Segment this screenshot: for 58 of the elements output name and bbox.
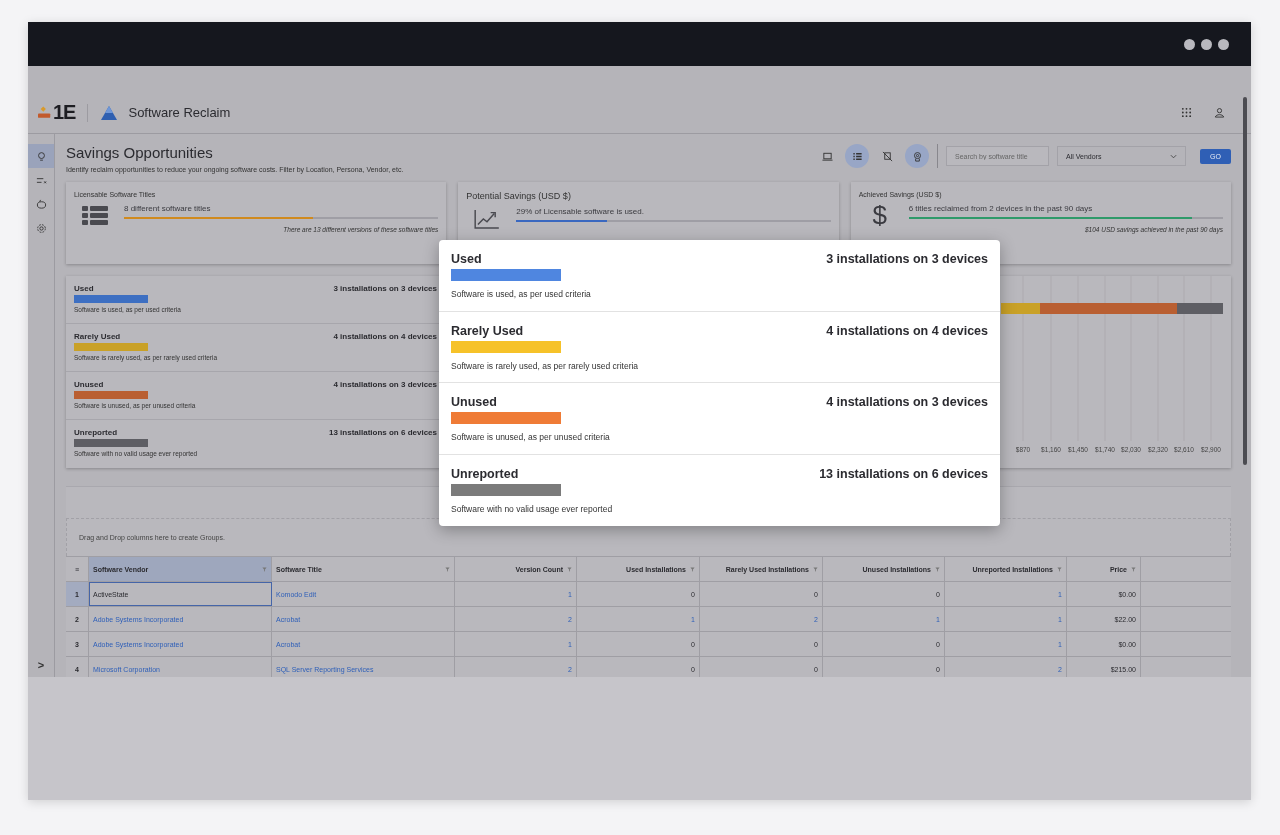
apps-grid-icon[interactable] xyxy=(1181,107,1192,118)
scrollbar[interactable] xyxy=(1243,97,1247,465)
page-title: Savings Opportunities xyxy=(66,144,214,161)
view-toggle[interactable] xyxy=(845,144,869,168)
status-count: 4 installations on 4 devices xyxy=(333,332,437,341)
app-title: Software Reclaim xyxy=(128,105,231,120)
crossed-device-icon xyxy=(881,150,893,162)
expand-toggle[interactable]: > xyxy=(37,659,45,671)
status-name: Used xyxy=(74,284,94,293)
dollar-icon: $ xyxy=(866,202,893,228)
status-count: 4 installations on 3 devices xyxy=(333,380,437,389)
status-count: 4 installations on 3 devices xyxy=(826,395,988,409)
status-name: Unreported xyxy=(74,428,118,437)
status-name: Rarely Used xyxy=(74,332,121,341)
status-count: 3 installations on 3 devices xyxy=(333,284,437,293)
lightbulb-icon xyxy=(35,150,47,162)
filter-icon[interactable] xyxy=(935,566,940,572)
card-summary: 29% of Licensable software is used. xyxy=(516,207,645,216)
window-dot xyxy=(1201,38,1212,50)
chevron-down-icon xyxy=(1170,153,1177,159)
card-title: Potential Savings (USD $) xyxy=(466,191,572,201)
logo-text: 1E xyxy=(53,101,76,124)
window-dot xyxy=(1184,38,1195,50)
status-description: Software is rarely used, as per rarely used criteria xyxy=(451,360,640,371)
gear-icon xyxy=(35,222,47,234)
user-icon[interactable] xyxy=(1214,107,1225,118)
filter-icon[interactable] xyxy=(445,566,450,572)
filter-icon[interactable] xyxy=(262,566,267,572)
status-count: 13 installations on 6 devices xyxy=(819,466,988,481)
view-toggle[interactable] xyxy=(905,144,929,168)
status-name: Unused xyxy=(451,395,497,409)
triangle-logo-icon xyxy=(100,104,119,121)
piggy-bank-icon xyxy=(35,198,47,210)
status-description: Software is unused, as per unused criteria xyxy=(451,432,611,442)
status-count: 3 installations on 3 devices xyxy=(826,252,988,266)
status-name: Used xyxy=(451,252,482,266)
badge-icon xyxy=(911,150,923,162)
status-description: Software with no valid usage ever reported xyxy=(451,503,614,514)
card-summary: 8 different software titles xyxy=(124,204,212,213)
filter-icon[interactable] xyxy=(690,566,695,572)
logo-icon xyxy=(38,106,52,119)
status-description: Software is used, as per used criteria xyxy=(451,289,592,299)
filter-icon[interactable] xyxy=(1131,566,1136,572)
list-icon xyxy=(851,150,863,162)
status-count: 4 installations on 4 devices xyxy=(826,323,988,338)
laptop-icon xyxy=(821,150,833,162)
status-name: Unreported xyxy=(451,466,519,481)
status-name: Unused xyxy=(74,380,104,389)
filter-icon[interactable] xyxy=(567,566,572,572)
window-dot xyxy=(1218,38,1229,50)
status-name: Rarely Used xyxy=(451,323,524,338)
trend-chart-icon xyxy=(474,209,501,229)
filter-icon[interactable] xyxy=(813,566,818,572)
sidebar-item[interactable] xyxy=(28,144,54,168)
list-icon xyxy=(82,206,108,226)
status-count: 13 installations on 6 devices xyxy=(328,428,437,437)
card-summary: 6 titles reclaimed from 2 devices in the past 90 days xyxy=(908,204,1094,213)
filter-icon[interactable] xyxy=(1057,566,1062,572)
